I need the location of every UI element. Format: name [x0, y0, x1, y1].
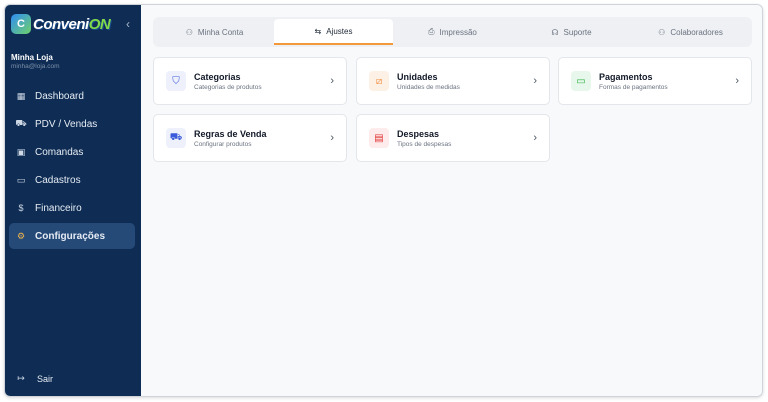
sidebar: C ConveniON ‹ Minha Loja minha@loja.com …	[5, 5, 141, 396]
tag-icon: ⛉	[166, 71, 186, 91]
card-title: Unidades	[397, 71, 438, 82]
user-icon: ⚇	[185, 27, 193, 37]
card-text: Regras de Venda Configurar produtos	[194, 129, 330, 148]
logout-icon: ↦	[17, 373, 25, 383]
card-regras-de-venda[interactable]: ⛟ Regras de Venda Configurar produtos ›	[153, 114, 347, 162]
card-subtitle: Configurar produtos	[194, 140, 252, 148]
card-subtitle: Unidades de medidas	[397, 83, 460, 91]
logout-label: Sair	[37, 373, 54, 384]
sidebar-nav: ▦ Dashboard ⛟ PDV / Vendas ▣ Comandas ▭ …	[9, 83, 135, 251]
store-info: Minha Loja minha@loja.com	[11, 53, 60, 70]
sidebar-item-financeiro[interactable]: $ Financeiro	[9, 195, 135, 221]
card-text: Unidades Unidades de medidas	[397, 72, 533, 91]
sliders-icon: ⇆	[314, 26, 322, 36]
tab-label: Colaboradores	[670, 27, 723, 37]
folder-icon: ▭	[16, 174, 26, 185]
chevron-right-icon: ›	[533, 132, 537, 144]
headphones-icon: ☊	[551, 27, 559, 37]
sidebar-item-label: PDV / Vendas	[35, 118, 98, 130]
card-title: Despesas	[397, 128, 440, 139]
tab-ajustes[interactable]: ⇆ Ajustes	[274, 19, 393, 45]
card-subtitle: Tipos de despesas	[397, 140, 452, 148]
cart-icon: ⛟	[166, 128, 186, 148]
tab-label: Suporte	[563, 27, 592, 37]
main-content: ⚇ Minha Conta ⇆ Ajustes ⎙ Impressão ☊ Su…	[141, 5, 762, 396]
chevron-right-icon: ›	[330, 132, 334, 144]
collapse-sidebar-chevron-icon[interactable]: ‹	[121, 17, 135, 31]
tab-label: Minha Conta	[197, 27, 244, 37]
card-text: Despesas Tipos de despesas	[397, 129, 533, 148]
chevron-right-icon: ›	[533, 75, 537, 87]
sidebar-item-configuracoes[interactable]: ⚙ Configurações	[9, 223, 135, 249]
tab-label: Ajustes	[326, 26, 353, 36]
settings-tabs: ⚇ Minha Conta ⇆ Ajustes ⎙ Impressão ☊ Su…	[153, 17, 752, 47]
logo[interactable]: C ConveniON	[11, 13, 111, 35]
card-text: Categorias Categorias de produtos	[194, 72, 330, 91]
receipt-icon: ▤	[369, 128, 389, 148]
app-window: C ConveniON ‹ Minha Loja minha@loja.com …	[4, 4, 763, 397]
store-email: minha@loja.com	[11, 63, 60, 70]
sidebar-item-label: Cadastros	[35, 174, 81, 186]
logo-row: C ConveniON ‹	[11, 10, 135, 38]
logo-badge-icon: C	[11, 14, 31, 34]
printer-icon: ⎙	[428, 27, 435, 36]
store-name: Minha Loja	[11, 53, 53, 62]
sidebar-item-cadastros[interactable]: ▭ Cadastros	[9, 167, 135, 193]
dollar-icon: $	[18, 203, 24, 213]
card-unidades[interactable]: ⧄ Unidades Unidades de medidas ›	[356, 57, 550, 105]
card-text: Pagamentos Formas de pagamentos	[599, 72, 735, 91]
sidebar-item-label: Dashboard	[35, 90, 84, 102]
users-icon: ⚇	[658, 27, 666, 37]
card-despesas[interactable]: ▤ Despesas Tipos de despesas ›	[356, 114, 550, 162]
chevron-right-icon: ›	[330, 75, 334, 87]
card-subtitle: Categorias de produtos	[194, 83, 262, 91]
credit-card-icon: ▭	[571, 71, 591, 91]
sidebar-item-dashboard[interactable]: ▦ Dashboard	[9, 83, 135, 109]
sidebar-item-label: Configurações	[35, 230, 106, 242]
sidebar-item-comandas[interactable]: ▣ Comandas	[9, 139, 135, 165]
tab-minha-conta[interactable]: ⚇ Minha Conta	[155, 19, 274, 45]
dashboard-icon: ▦	[16, 90, 26, 101]
tab-label: Impressão	[439, 27, 477, 37]
sidebar-item-label: Comandas	[35, 146, 84, 158]
sidebar-item-pdv-vendas[interactable]: ⛟ PDV / Vendas	[9, 111, 135, 137]
card-title: Pagamentos	[599, 71, 653, 82]
tab-suporte[interactable]: ☊ Suporte	[512, 19, 631, 45]
card-subtitle: Formas de pagamentos	[599, 83, 668, 91]
card-categorias[interactable]: ⛉ Categorias Categorias de produtos ›	[153, 57, 347, 105]
tab-impressao[interactable]: ⎙ Impressão	[393, 19, 512, 45]
gear-icon: ⚙	[16, 230, 26, 241]
card-title: Regras de Venda	[194, 128, 267, 139]
ruler-icon: ⧄	[369, 71, 389, 91]
logo-text: ConveniON	[33, 15, 111, 33]
card-title: Categorias	[194, 71, 241, 82]
sidebar-item-label: Financeiro	[35, 202, 82, 214]
chevron-right-icon: ›	[735, 75, 739, 87]
clipboard-icon: ▣	[16, 146, 26, 157]
tab-colaboradores[interactable]: ⚇ Colaboradores	[631, 19, 750, 45]
logout-button[interactable]: ↦ Sair	[15, 373, 53, 384]
card-pagamentos[interactable]: ▭ Pagamentos Formas de pagamentos ›	[558, 57, 752, 105]
cart-icon: ⛟	[15, 118, 27, 128]
